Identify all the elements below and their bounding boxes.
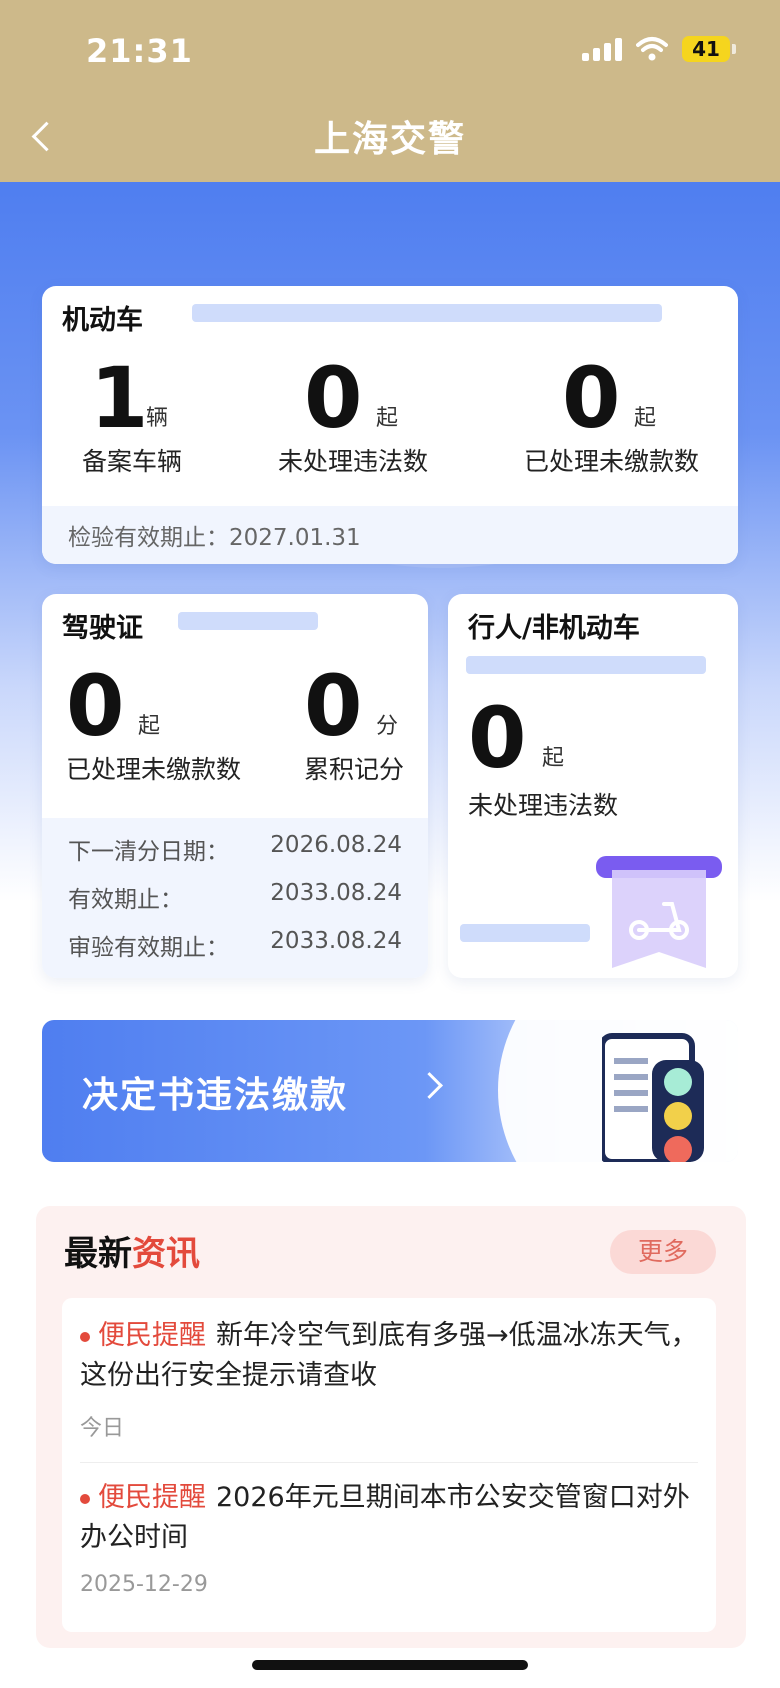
stat-value: 0 [468,689,527,787]
news-list: 便民提醒 新年冷空气到底有多强→低温冰冻天气，这份出行安全提示请查收 今日 便民提… [62,1298,716,1632]
wifi-icon [636,37,668,61]
stat-unit: 辆 [146,406,169,431]
news-date: 今日 [80,1416,125,1441]
news-heading: 最新资讯 [64,1226,200,1275]
stat-label: 未处理违法数 [468,791,619,820]
inspection-date: 检验有效期止：2027.01.31 [68,525,361,551]
license-row: 下一清分日期： 2026.08.24 [68,832,402,866]
license-row: 有效期止： 2033.08.24 [68,880,402,914]
stat-value: 1 [90,349,149,447]
row-label: 审验有效期止： [68,935,229,961]
news-date: 2025-12-29 [80,1572,208,1597]
stat-label: 未处理违法数 [278,447,429,476]
stat-unit: 起 [634,406,657,431]
app-header: 21:31 41 上海交警 [0,0,780,182]
stat-value: 0 [562,349,621,447]
stat-label: 备案车辆 [82,447,183,476]
news-heading-red: 资讯 [132,1234,200,1274]
stat-value: 0 [304,657,363,755]
card-title: 行人/非机动车 [468,613,640,644]
home-indicator[interactable] [252,1660,528,1670]
payment-label: 决定书违法缴款 [82,1075,349,1116]
news-section: 最新资讯 更多 便民提醒 新年冷空气到底有多强→低温冰冻天气，这份出行安全提示请查… [36,1206,746,1648]
stat-value: 0 [66,657,125,755]
dot-icon [80,1493,90,1504]
stat-unit: 起 [376,406,399,431]
row-value: 2033.08.24 [270,928,402,954]
row-label: 下一清分日期： [68,839,229,865]
more-button[interactable]: 更多 [610,1230,716,1274]
inspection-footer: 检验有效期止：2027.01.31 [42,506,738,564]
stat-unit: 起 [542,746,565,771]
card-title: 驾驶证 [62,613,143,644]
stat-value: 0 [304,349,363,447]
dot-icon [80,1331,90,1342]
pedestrian-card[interactable]: 行人/非机动车 0 起 未处理违法数 [448,594,738,978]
tab-decoration [192,304,662,322]
divider [80,1462,698,1463]
violation-payment-banner[interactable]: 决定书违法缴款 [42,1020,738,1162]
stat-label: 已处理未缴款数 [66,755,242,784]
row-label: 有效期止： [68,887,183,913]
news-tag: 便民提醒 [98,1482,206,1513]
tab-decoration [460,924,590,942]
motor-vehicle-card[interactable]: 机动车 1 辆 备案车辆 0 起 未处理违法数 0 起 已处理未缴款数 检验有效… [42,286,738,564]
license-dates: 下一清分日期： 2026.08.24 有效期止： 2033.08.24 审验有效… [42,818,428,978]
page-title: 上海交警 [313,119,466,160]
driver-license-card[interactable]: 驾驶证 0 起 已处理未缴款数 0 分 累积记分 下一清分日期： 2026.08… [42,594,428,978]
chevron-right-icon [416,1072,443,1099]
row-value: 2033.08.24 [270,880,402,906]
news-item[interactable]: 便民提醒 2026年元旦期间本市公安交管窗口对外办公时间 2025-12-29 [80,1478,698,1597]
stat-unit: 起 [138,714,161,739]
news-heading-black: 最新 [64,1234,132,1274]
news-item[interactable]: 便民提醒 新年冷空气到底有多强→低温冰冻天气，这份出行安全提示请查收 今日 [80,1316,698,1442]
signal-icon [582,37,622,61]
scooter-icon [596,856,722,968]
row-value: 2026.08.24 [270,832,402,858]
battery-icon: 41 [682,36,736,62]
tab-decoration [178,612,318,630]
stat-label: 已处理未缴款数 [524,447,700,476]
news-headline: 便民提醒 新年冷空气到底有多强→低温冰冻天气，这份出行安全提示请查收 [80,1316,698,1396]
status-time: 21:31 [86,32,193,70]
news-headline: 便民提醒 2026年元旦期间本市公安交管窗口对外办公时间 [80,1478,698,1558]
stat-unit: 分 [376,714,399,739]
status-icons: 41 [582,36,736,62]
license-row: 审验有效期止： 2033.08.24 [68,928,402,962]
news-tag: 便民提醒 [98,1320,206,1351]
card-title: 机动车 [62,305,143,336]
traffic-light-icon [602,1033,704,1162]
tab-decoration [466,656,706,674]
stat-label: 累积记分 [304,755,405,784]
